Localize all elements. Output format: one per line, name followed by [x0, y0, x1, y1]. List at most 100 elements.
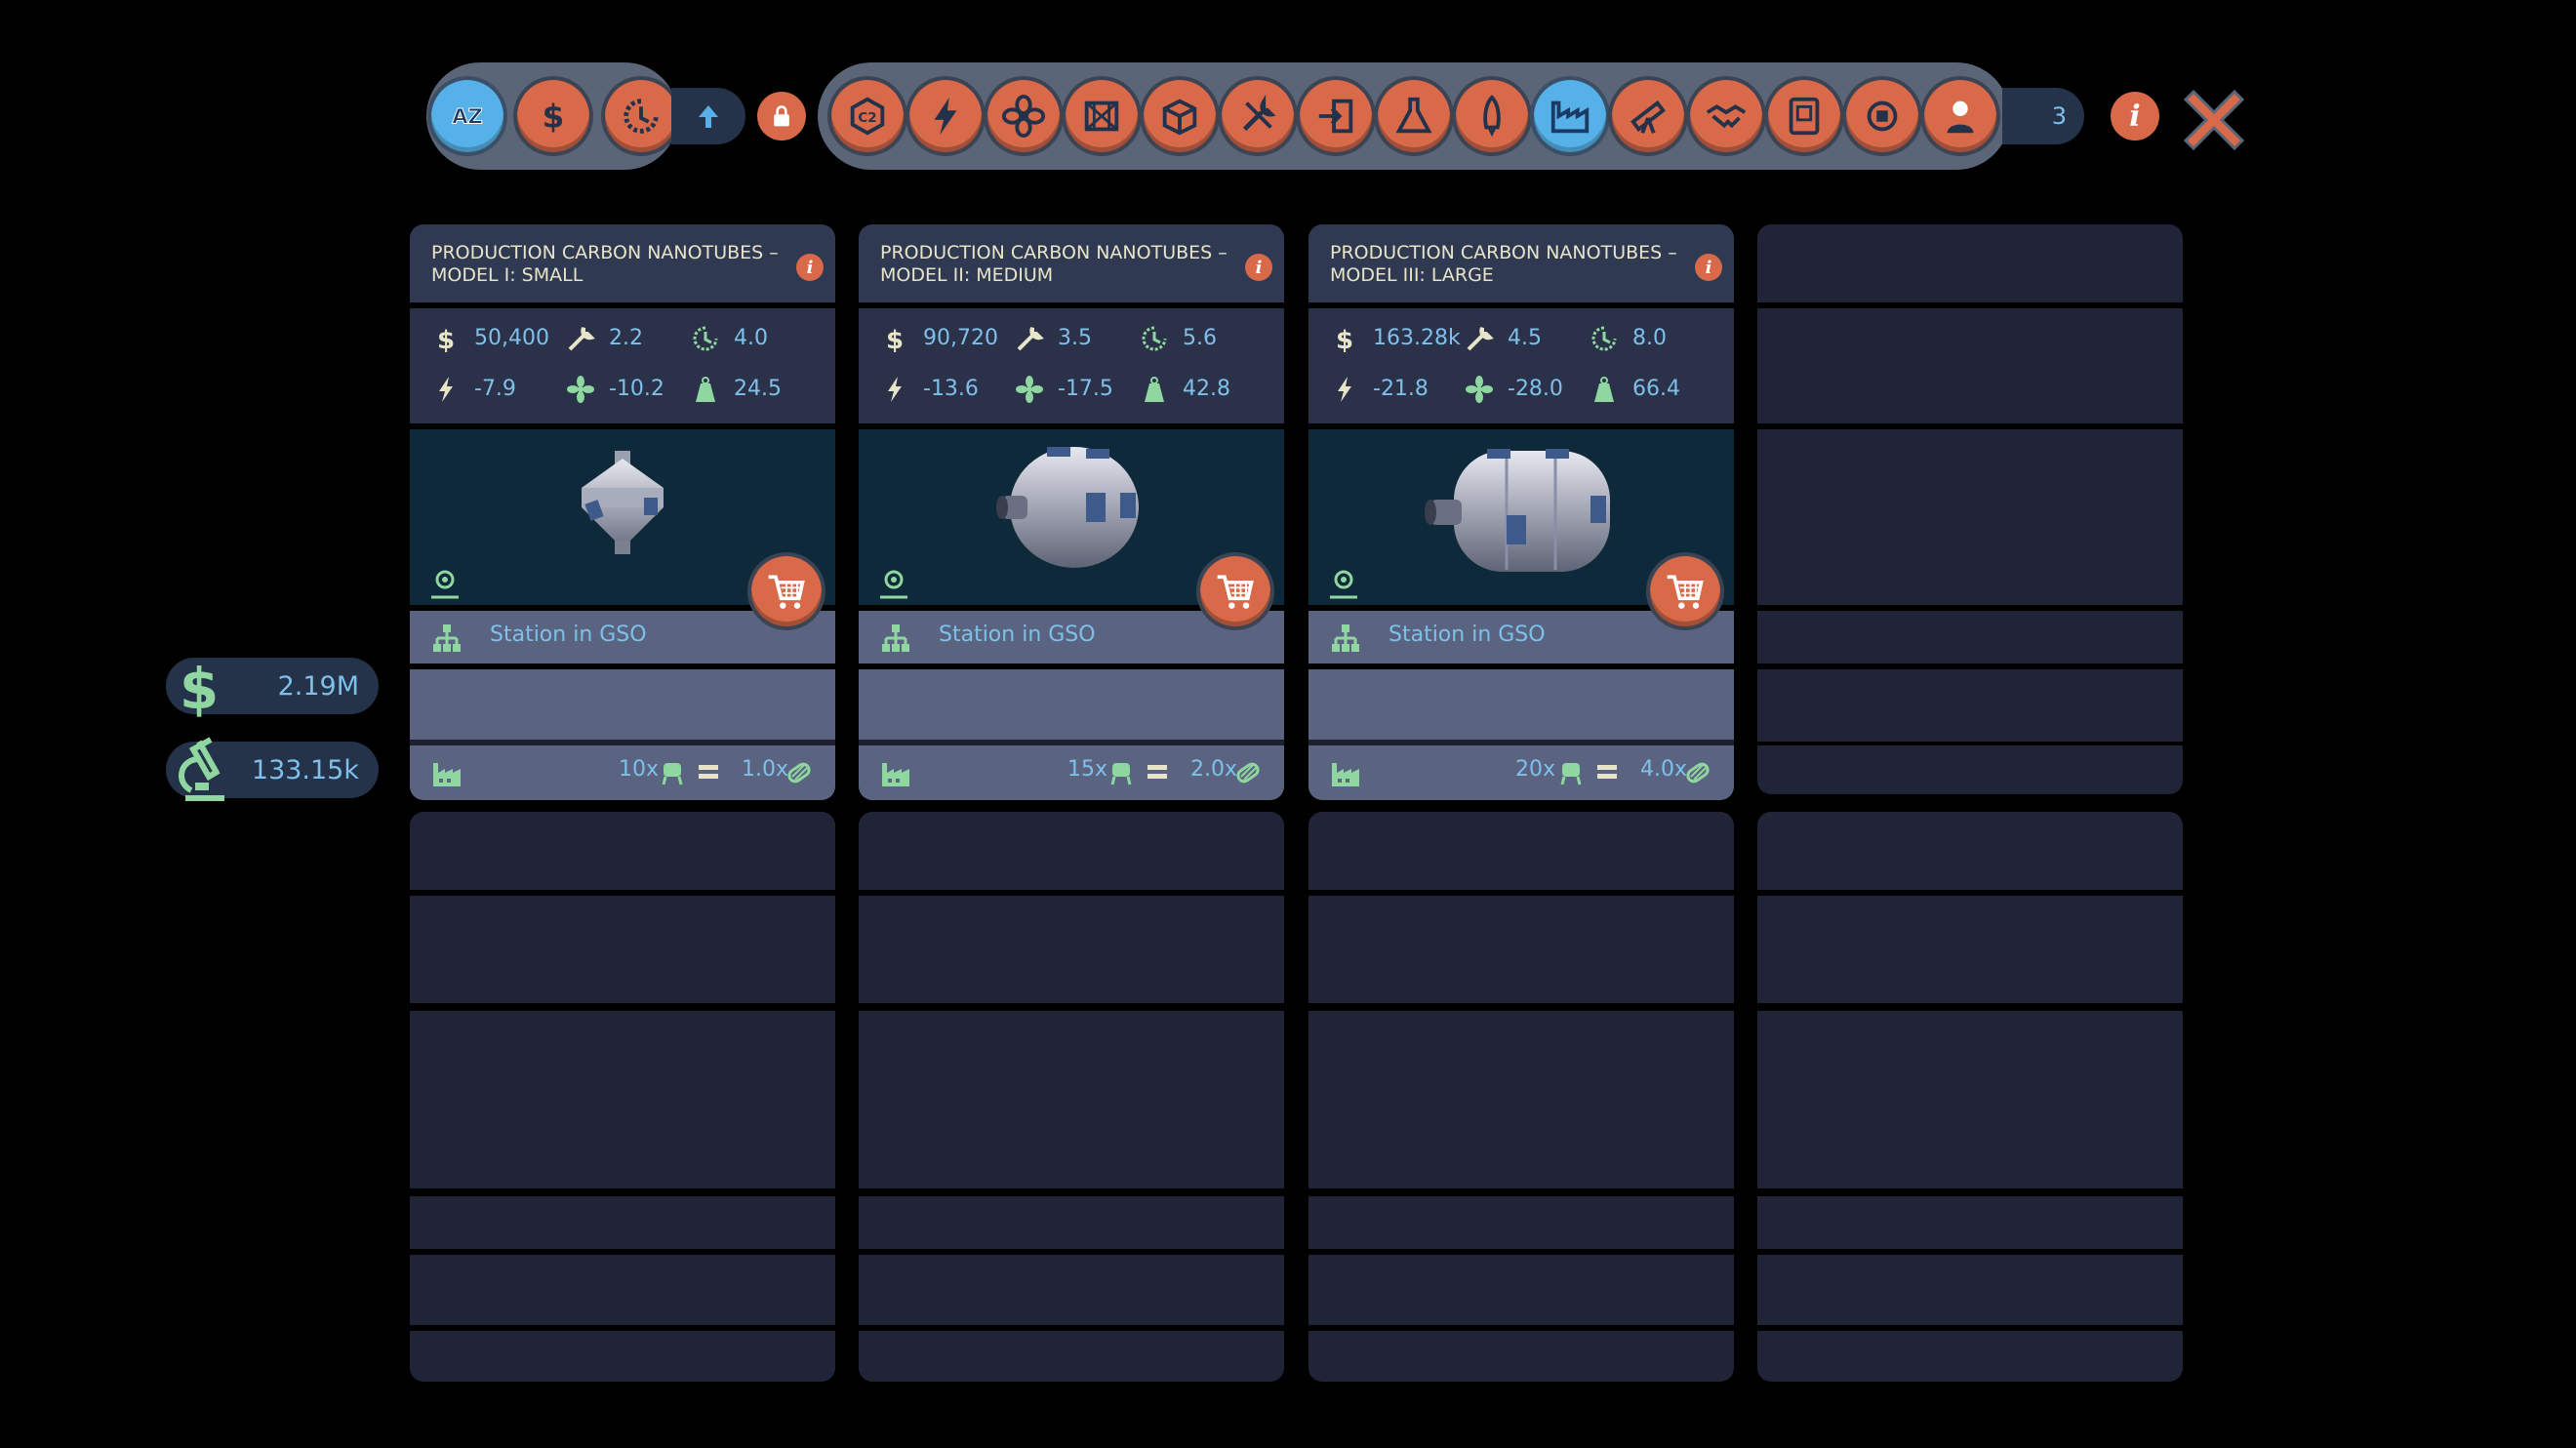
factory-icon	[1332, 763, 1359, 786]
location-text: Station in GSO	[490, 623, 647, 647]
category-production[interactable]	[1534, 80, 1606, 152]
dollar-icon: $	[437, 326, 455, 353]
stats-panel: $ 50,400 2.2 4.0 -7.9 -10.2 24.5	[410, 308, 835, 423]
nanotube-icon	[1236, 762, 1260, 784]
empty-section	[1308, 1196, 1734, 1249]
fan-icon	[1466, 376, 1493, 403]
empty-section	[859, 1011, 1284, 1188]
buy-button[interactable]	[751, 556, 822, 626]
output-multiplier: 1.0x	[742, 757, 789, 782]
category-structure[interactable]	[1066, 80, 1138, 152]
clock-icon	[1591, 326, 1617, 351]
air-stat: -28.0	[1465, 375, 1572, 404]
docking-icon	[1318, 99, 1353, 134]
dollar-icon: $	[1336, 326, 1353, 353]
empty-section	[1757, 896, 2183, 1003]
category-co2[interactable]: C2	[831, 80, 904, 152]
stats-panel: $ 90,720 3.5 5.6 -13.6 -17.5 42.8	[859, 308, 1284, 423]
hierarchy-icon	[1332, 624, 1359, 652]
svg-text:AZ: AZ	[452, 104, 483, 129]
info-button[interactable]: i	[2111, 92, 2159, 141]
equals-icon	[1597, 765, 1617, 779]
money-value: 2.19M	[277, 670, 359, 702]
empty-section	[410, 1196, 835, 1249]
category-air[interactable]	[987, 80, 1060, 152]
maintenance-stat: 3.5	[1015, 324, 1122, 353]
empty-section	[1757, 812, 2183, 890]
clock-icon	[693, 326, 718, 351]
rocket-icon	[1483, 95, 1501, 138]
mass-stat: 24.5	[691, 375, 798, 404]
empty-section	[1308, 1011, 1734, 1188]
product-info-button[interactable]: i	[1245, 254, 1272, 281]
buy-button[interactable]	[1650, 556, 1720, 626]
category-rocket[interactable]	[1456, 80, 1528, 152]
category-crew[interactable]	[1924, 80, 1996, 152]
empty-section	[1757, 1255, 2183, 1325]
category-docking[interactable]	[1300, 80, 1372, 152]
category-cargo[interactable]	[1144, 80, 1216, 152]
clock-icon	[624, 99, 659, 134]
category-contracts[interactable]	[1690, 80, 1762, 152]
empty-section	[1757, 745, 2183, 794]
product-info-button[interactable]: i	[796, 254, 824, 281]
cost-stat: $ 163.28k	[1330, 324, 1467, 353]
svg-text:$: $	[437, 326, 455, 353]
power-stat: -7.9	[431, 375, 568, 404]
lock-button[interactable]	[757, 92, 806, 141]
sort-direction-toggle[interactable]	[671, 88, 745, 144]
category-count: 3	[2002, 88, 2084, 144]
dollar-icon: $	[886, 326, 904, 353]
svg-text:$: $	[1336, 326, 1353, 353]
book-icon	[1789, 97, 1820, 136]
mass-stat: 66.4	[1590, 375, 1697, 404]
build-time-stat: 4.0	[691, 324, 798, 353]
module-small-image	[582, 451, 664, 554]
hierarchy-icon	[882, 624, 909, 652]
empty-section	[1757, 1331, 2183, 1382]
wrench-icon	[1017, 327, 1044, 351]
robot-icon	[1560, 763, 1582, 785]
empty-section	[859, 896, 1284, 1003]
buy-button[interactable]	[1200, 556, 1270, 626]
sort-az-button[interactable]: AZ	[431, 80, 503, 152]
empty-section	[1308, 896, 1734, 1003]
dollar-icon: $	[543, 99, 565, 136]
category-hardware[interactable]	[1846, 80, 1918, 152]
crew-multiplier: 20x	[1515, 757, 1556, 782]
svg-text:$: $	[180, 656, 219, 722]
svg-text:C2: C2	[858, 111, 876, 126]
empty-section	[1757, 1196, 2183, 1249]
category-documents[interactable]	[1768, 80, 1840, 152]
cart-icon	[1217, 575, 1254, 609]
location-pin-icon	[431, 570, 459, 599]
clock-icon	[1142, 326, 1167, 351]
factory-icon	[882, 763, 909, 786]
category-power[interactable]	[909, 80, 982, 152]
cost-stat: $ 50,400	[431, 324, 568, 353]
sort-cost-button[interactable]: $	[517, 80, 589, 152]
svg-text:$: $	[886, 326, 904, 353]
telescope-icon	[1630, 100, 1667, 134]
money-display: $ 2.19M	[166, 656, 379, 722]
power-icon	[934, 97, 957, 136]
chemistry-icon	[1395, 97, 1432, 134]
crew-multiplier: 15x	[1067, 757, 1108, 782]
category-chemistry[interactable]	[1378, 80, 1450, 152]
sort-time-button[interactable]	[605, 80, 677, 152]
product-info-button[interactable]: i	[1695, 254, 1722, 281]
fan-icon	[1001, 94, 1046, 139]
cart-icon	[1667, 575, 1704, 609]
production-row: 10x 1.0x	[410, 740, 835, 800]
empty-section	[1757, 1011, 2183, 1188]
empty-section	[410, 1011, 835, 1188]
empty-section	[1308, 1255, 1734, 1325]
category-research[interactable]	[1612, 80, 1684, 152]
equals-icon	[1147, 765, 1167, 779]
close-icon[interactable]	[2176, 82, 2252, 158]
card-header: PRODUCTION CARBON NANOTUBES – MODEL III:…	[1308, 224, 1734, 302]
category-maintenance[interactable]	[1222, 80, 1294, 152]
maintenance-stat: 2.2	[566, 324, 673, 353]
location-pin-icon	[880, 570, 907, 599]
card-header: PRODUCTION CARBON NANOTUBES – MODEL I: S…	[410, 224, 835, 302]
